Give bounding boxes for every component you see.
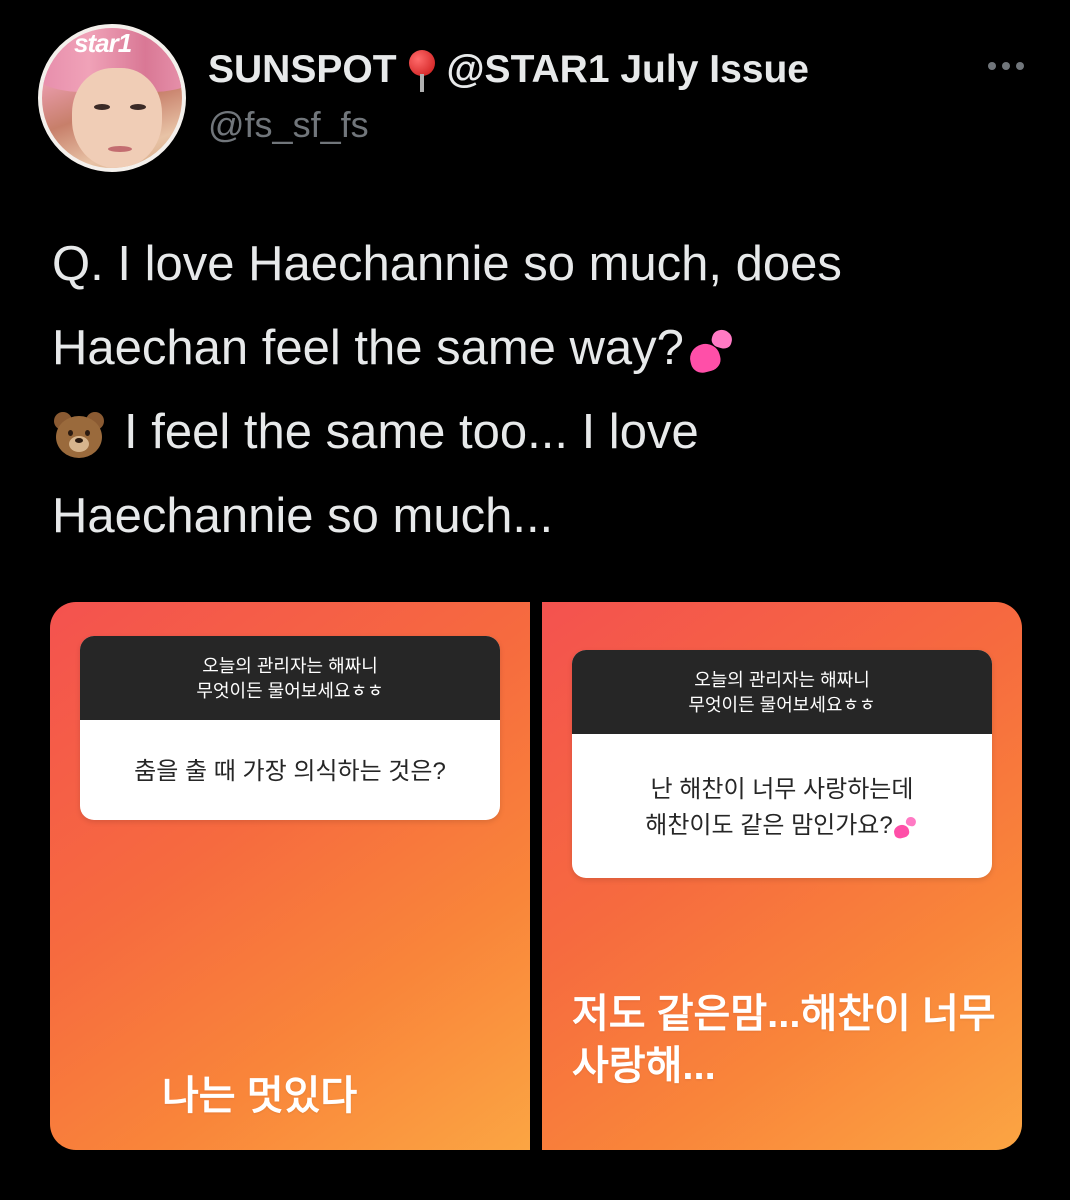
question-text: 춤을 출 때 가장 의식하는 것은?: [134, 758, 446, 785]
question-text: 난 해찬이 너무 사랑하는데 해찬이도 같은 맘인가요?: [572, 734, 992, 878]
avatar-magazine-logo: star1: [74, 28, 132, 58]
media-grid: 오늘의 관리자는 해짜니 무엇이든 물어보세요ㅎㅎ 춤을 출 때 가장 의식하는…: [50, 602, 1022, 1150]
round-pushpin-icon: [407, 48, 437, 92]
display-name-part1: SUNSPOT: [208, 48, 397, 91]
question-sticker-header: 오늘의 관리자는 해짜니 무엇이든 물어보세요ㅎㅎ: [572, 650, 992, 734]
tweet-text: Q. I love Haechannie so much, does Haech…: [52, 222, 1032, 558]
story-answer: 저도 같은맘...해찬이 너무 사랑해...: [572, 992, 996, 1088]
more-options-icon[interactable]: [988, 62, 1024, 70]
question-sticker: 오늘의 관리자는 해짜니 무엇이든 물어보세요ㅎㅎ 춤을 출 때 가장 의식하는…: [80, 636, 500, 820]
tweet-line-1: Q. I love Haechannie so much, does: [52, 237, 842, 291]
tweet-line-4: Haechannie so much...: [52, 489, 554, 543]
bear-face-icon: [52, 408, 106, 462]
user-handle[interactable]: @fs_sf_fs: [208, 104, 369, 146]
tweet: star1 SUNSPOT @STAR1 July Issue @fs_sf_f…: [0, 0, 1070, 1200]
display-name-part2: @STAR1 July Issue: [446, 48, 809, 91]
two-hearts-icon: [892, 815, 919, 840]
avatar[interactable]: star1: [38, 24, 186, 172]
question-sticker: 오늘의 관리자는 해짜니 무엇이든 물어보세요ㅎㅎ 난 해찬이 너무 사랑하는데…: [572, 650, 992, 878]
story-answer: 나는 멋있다: [162, 1074, 358, 1118]
display-name[interactable]: SUNSPOT @STAR1 July Issue: [208, 48, 809, 92]
question-sticker-header: 오늘의 관리자는 해짜니 무엇이든 물어보세요ㅎㅎ: [80, 636, 500, 720]
story-image-left[interactable]: 오늘의 관리자는 해짜니 무엇이든 물어보세요ㅎㅎ 춤을 출 때 가장 의식하는…: [50, 602, 530, 1150]
two-hearts-icon: [686, 326, 738, 376]
tweet-line-3: I feel the same too... I love: [52, 390, 1032, 474]
story-image-right[interactable]: 오늘의 관리자는 해짜니 무엇이든 물어보세요ㅎㅎ 난 해찬이 너무 사랑하는데…: [542, 602, 1022, 1150]
tweet-line-2: Haechan feel the same way?: [52, 306, 1032, 390]
avatar-face: [72, 68, 162, 168]
